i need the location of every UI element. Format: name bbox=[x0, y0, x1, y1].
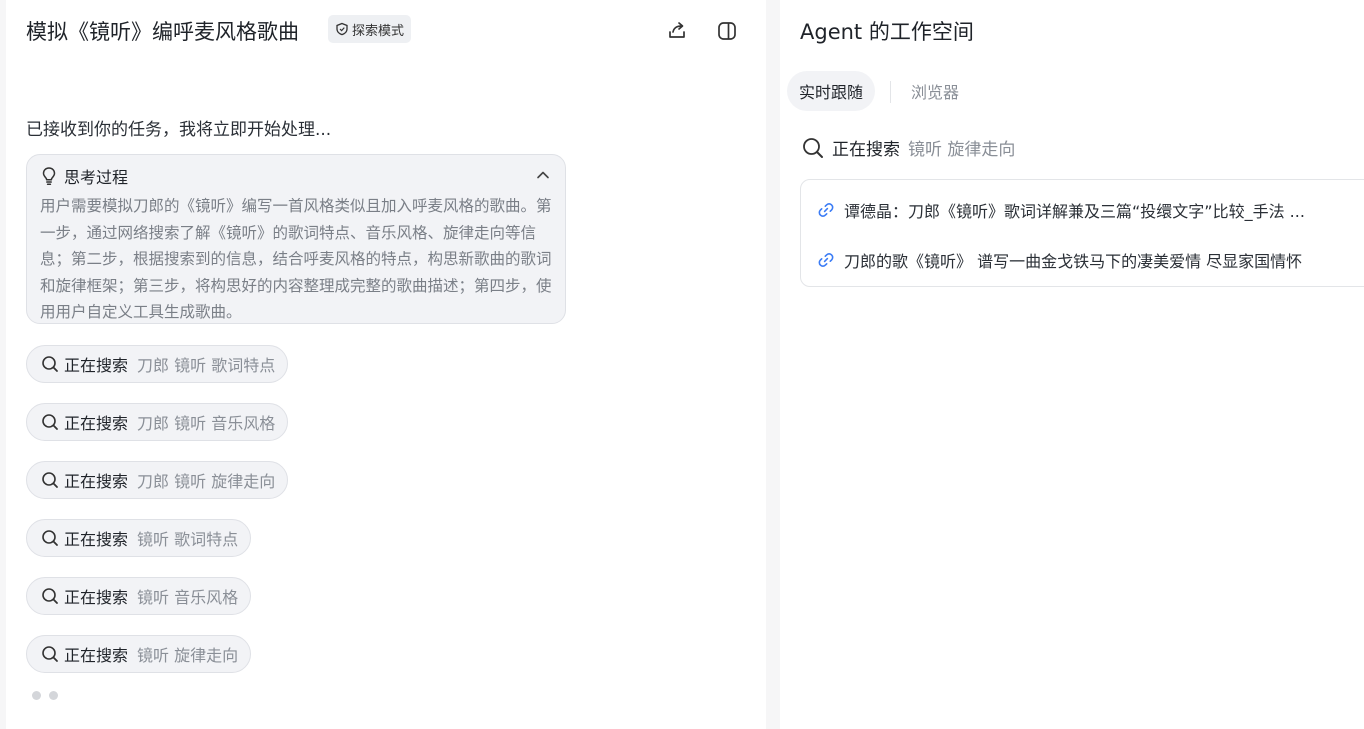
search-step-verb: 正在搜索 bbox=[64, 588, 129, 607]
search-icon bbox=[803, 137, 823, 158]
search-step-query: 刀郎 镜听 歌词特点 bbox=[137, 356, 276, 375]
search-icon bbox=[42, 472, 58, 488]
loading-dots bbox=[32, 691, 58, 700]
search-icon bbox=[42, 588, 58, 604]
thinking-body: 用户需要模拟刀郎的《镜听》编写一首风格类似且加入呼麦风格的歌曲。第一步，通过网络… bbox=[40, 197, 552, 321]
search-result-title: 刀郎的歌《镜听》 谱写一曲金戈铁马下的凄美爱情 尽显家国情怀 bbox=[844, 252, 1303, 271]
thinking-card: 思考过程 用户需要模拟刀郎的《镜听》编写一首风格类似且加入呼麦风格的歌曲。第一步… bbox=[26, 154, 566, 324]
search-step-query: 镜听 旋律走向 bbox=[137, 646, 239, 665]
share-button[interactable] bbox=[664, 18, 690, 44]
panel-toggle-button[interactable] bbox=[714, 18, 740, 44]
link-icon bbox=[818, 253, 834, 267]
intro-message: 已接收到你的任务，我将立即开始处理... bbox=[26, 120, 332, 140]
workspace-panel: Agent 的工作空间 实时跟随 浏览器 正在搜索 镜听 旋律走向 谭德晶：刀郎… bbox=[780, 0, 1364, 729]
search-step-4[interactable]: 正在搜索 镜听 歌词特点 bbox=[26, 519, 252, 557]
panel-toggle-icon bbox=[718, 22, 736, 40]
share-icon bbox=[669, 22, 685, 38]
link-icon bbox=[818, 203, 834, 217]
search-results-list: 谭德晶：刀郎《镜听》歌词详解兼及三篇“投缳文字”比较_手法 ... 刀郎的歌《镜… bbox=[800, 179, 1364, 287]
search-icon bbox=[42, 530, 58, 546]
search-step-verb: 正在搜索 bbox=[64, 356, 129, 375]
search-result-item[interactable]: 谭德晶：刀郎《镜听》歌词详解兼及三篇“投缳文字”比较_手法 ... bbox=[817, 198, 1305, 222]
search-step-query: 镜听 音乐风格 bbox=[137, 588, 239, 607]
thinking-title: 思考过程 bbox=[64, 168, 129, 187]
search-step-query: 刀郎 镜听 音乐风格 bbox=[137, 414, 276, 433]
mode-badge[interactable]: 探索模式 bbox=[328, 15, 412, 43]
chat-title: 模拟《镜听》编呼麦风格歌曲 bbox=[26, 20, 299, 44]
workspace-search-query: 镜听 旋律走向 bbox=[908, 140, 1016, 160]
search-step-verb: 正在搜索 bbox=[64, 414, 129, 433]
loading-dot bbox=[32, 691, 41, 700]
tab-live-follow[interactable]: 实时跟随 bbox=[787, 71, 876, 111]
search-step-1[interactable]: 正在搜索 刀郎 镜听 歌词特点 bbox=[26, 345, 289, 383]
workspace-title: Agent 的工作空间 bbox=[800, 20, 974, 44]
workspace-search-status: 正在搜索 镜听 旋律走向 bbox=[802, 135, 1015, 160]
shield-icon bbox=[336, 22, 348, 36]
search-icon bbox=[42, 414, 58, 430]
search-step-verb: 正在搜索 bbox=[64, 530, 129, 549]
mode-badge-label: 探索模式 bbox=[352, 23, 405, 39]
search-step-3[interactable]: 正在搜索 刀郎 镜听 旋律走向 bbox=[26, 461, 289, 499]
chevron-up-icon[interactable] bbox=[535, 167, 551, 183]
chat-panel: 模拟《镜听》编呼麦风格歌曲 探索模式 已接收到你的任务，我将立即开始处理... bbox=[6, 0, 766, 729]
loading-dot bbox=[49, 691, 58, 700]
search-step-query: 刀郎 镜听 旋律走向 bbox=[137, 472, 276, 491]
tab-browser[interactable]: 浏览器 bbox=[899, 71, 971, 111]
tab-divider bbox=[890, 81, 891, 103]
app-root: 模拟《镜听》编呼麦风格歌曲 探索模式 已接收到你的任务，我将立即开始处理... bbox=[0, 0, 1364, 729]
search-icon bbox=[42, 356, 58, 372]
search-step-verb: 正在搜索 bbox=[64, 472, 129, 491]
thinking-header[interactable]: 思考过程 bbox=[40, 163, 551, 189]
lightbulb-icon bbox=[42, 167, 56, 185]
search-step-2[interactable]: 正在搜索 刀郎 镜听 音乐风格 bbox=[26, 403, 289, 441]
workspace-search-verb: 正在搜索 bbox=[832, 140, 900, 160]
search-step-query: 镜听 歌词特点 bbox=[137, 530, 239, 549]
search-step-5[interactable]: 正在搜索 镜听 音乐风格 bbox=[26, 577, 252, 615]
search-step-6[interactable]: 正在搜索 镜听 旋律走向 bbox=[26, 635, 252, 673]
search-result-item[interactable]: 刀郎的歌《镜听》 谱写一曲金戈铁马下的凄美爱情 尽显家国情怀 bbox=[817, 248, 1302, 272]
search-icon bbox=[42, 646, 58, 662]
search-step-verb: 正在搜索 bbox=[64, 646, 129, 665]
search-result-title: 谭德晶：刀郎《镜听》歌词详解兼及三篇“投缳文字”比较_手法 ... bbox=[844, 202, 1305, 221]
